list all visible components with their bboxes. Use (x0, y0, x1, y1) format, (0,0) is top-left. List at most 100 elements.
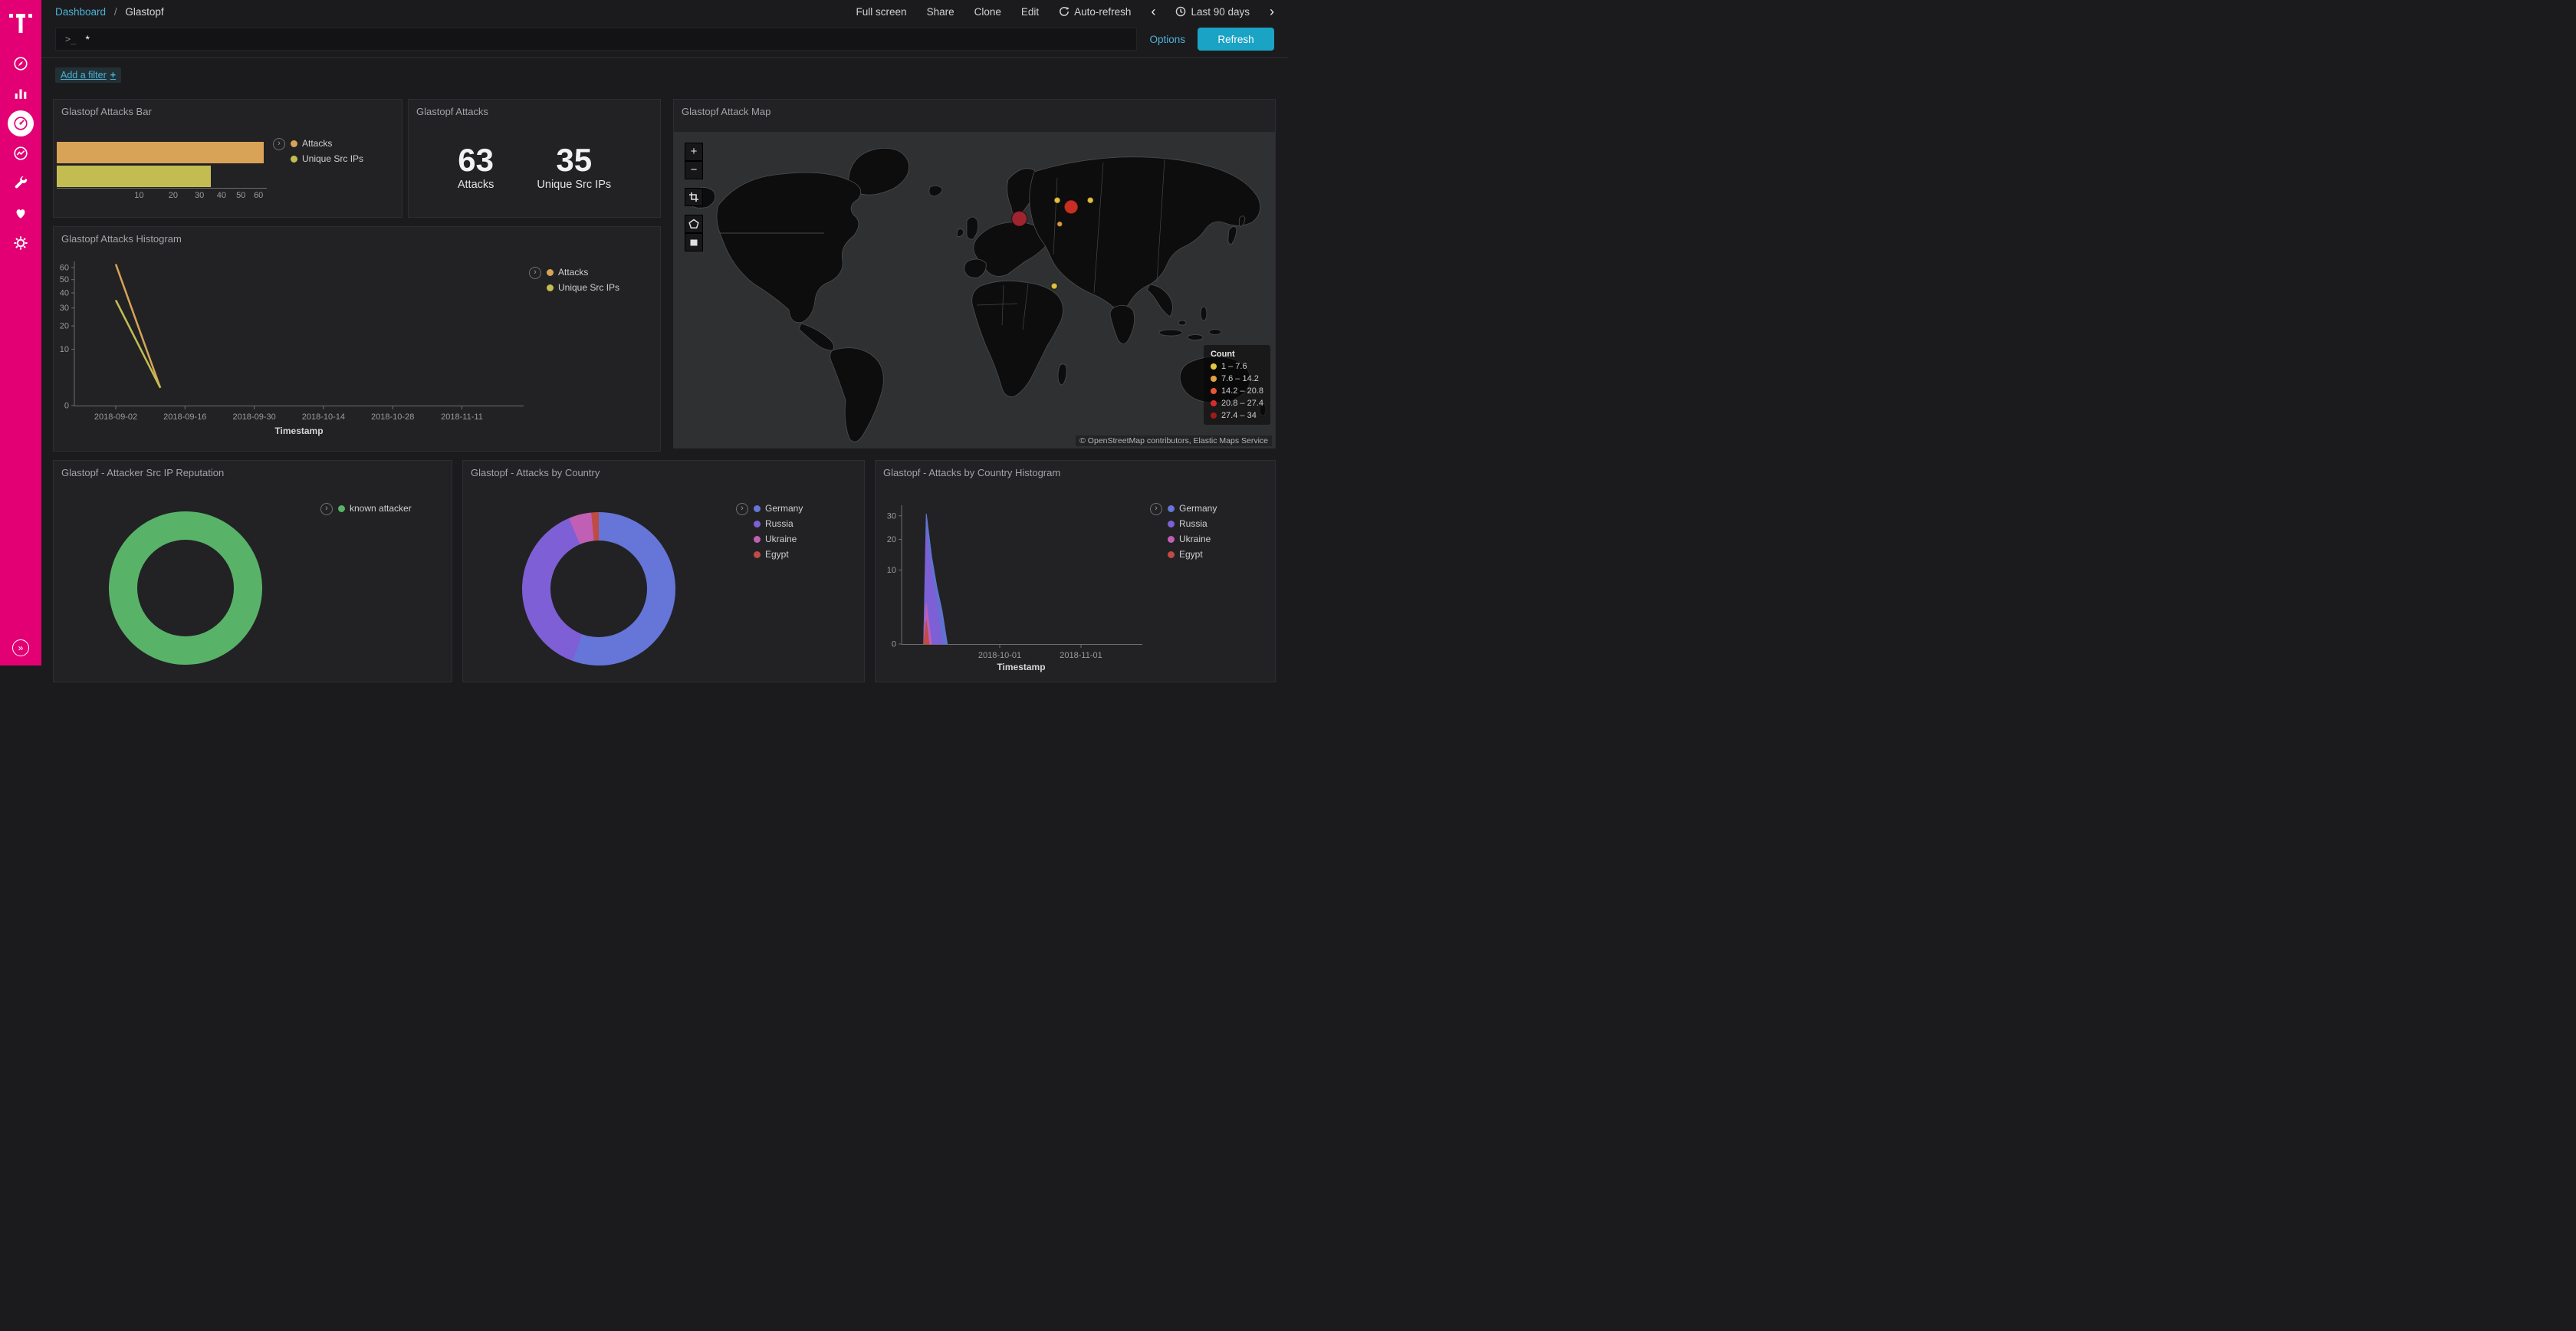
kibana-dashboard-app: » Dashboard / Glastopf Full screen Share… (0, 0, 1288, 666)
attack-location-dot[interactable] (1087, 197, 1093, 203)
legend-item[interactable]: Unique Src IPs (291, 153, 363, 164)
legend-item[interactable]: 20.8 – 27.4 (1211, 399, 1263, 408)
legend-dot-icon (1211, 388, 1217, 394)
legend-item[interactable]: 7.6 – 14.2 (1211, 374, 1263, 383)
legend-item[interactable]: Attacks (547, 267, 619, 278)
legend-toggle-icon[interactable]: › (320, 503, 333, 515)
attack-location-dot[interactable] (1054, 197, 1060, 203)
legend-item[interactable]: Ukraine (754, 534, 803, 544)
legend-dot-icon (1168, 536, 1175, 543)
legend-item[interactable]: 27.4 – 34 (1211, 411, 1263, 420)
attack-location-dot[interactable] (1057, 222, 1063, 227)
attack-location-dot[interactable] (1051, 283, 1057, 289)
legend-item[interactable]: Egypt (1168, 549, 1217, 560)
legend-dot-icon (1168, 505, 1175, 512)
metric-attacks: 63 Attacks (458, 142, 495, 191)
x-axis-title: Timestamp (997, 662, 1045, 672)
sidebar-item-monitoring[interactable] (8, 200, 34, 226)
x-tick-label: 2018-11-11 (441, 412, 483, 422)
draw-polygon-button[interactable] (685, 215, 703, 233)
zoom-in-button[interactable]: + (685, 143, 703, 161)
zoom-out-button[interactable]: − (685, 161, 703, 179)
x-tick-label: 2018-10-14 (302, 412, 345, 422)
sidebar-item-dashboard[interactable] (8, 110, 34, 136)
sidebar-item-management[interactable] (8, 230, 34, 256)
legend-item[interactable]: Egypt (754, 549, 803, 560)
sidebar-item-dev-tools[interactable] (8, 170, 34, 196)
legend-dot-icon (547, 269, 554, 276)
gear-icon (12, 235, 29, 251)
bar-unique-src-ips[interactable] (57, 166, 211, 187)
metric-value: 63 (458, 142, 495, 179)
legend-label: Attacks (558, 267, 588, 278)
donut-hole (550, 541, 647, 637)
y-tick-label: 0 (892, 640, 896, 649)
legend-dot-icon (754, 521, 761, 527)
country-donut-chart[interactable] (522, 512, 675, 666)
legend-item[interactable]: Russia (1168, 518, 1217, 529)
sidebar-item-visualize[interactable] (8, 81, 34, 107)
sidebar-item-timelion[interactable] (8, 140, 34, 166)
y-tick-label: 20 (887, 535, 896, 544)
wrench-icon (12, 175, 29, 192)
dashboard-grid: Glastopf Attacks Bar 102030405060 › Atta… (0, 0, 1288, 666)
legend-item[interactable]: known attacker (338, 503, 412, 514)
x-tick-label: 2018-09-16 (163, 412, 206, 422)
telekom-t-icon (9, 8, 32, 33)
legend-item[interactable]: 14.2 – 20.8 (1211, 386, 1263, 396)
telekom-logo[interactable] (9, 8, 32, 34)
y-tick-label: 40 (60, 289, 69, 298)
panel-attacks-by-country-histogram: Glastopf - Attacks by Country Histogram … (875, 460, 1276, 682)
chart-legend: › Germany Russia Ukraine Egypt (1150, 503, 1217, 560)
crop-icon (688, 192, 699, 202)
legend-label: Ukraine (765, 534, 797, 544)
bar-chart-icon (12, 85, 29, 102)
collapse-sidebar-button[interactable]: » (12, 639, 29, 656)
legend-dot-icon (1211, 363, 1217, 370)
metric-value: 35 (537, 142, 611, 179)
legend-item[interactable]: Russia (754, 518, 803, 529)
draw-rectangle-button[interactable] (685, 233, 703, 251)
sidebar-item-discover[interactable] (8, 51, 34, 77)
legend-label: Egypt (1179, 549, 1203, 560)
y-tick-label: 30 (60, 304, 69, 313)
panel-title: Glastopf - Attacker Src IP Reputation (54, 461, 452, 485)
panel-glastopf-attacks-metric: Glastopf Attacks 63 Attacks 35 Unique Sr… (408, 99, 661, 218)
legend-item[interactable]: Germany (754, 503, 803, 514)
legend-item[interactable]: Germany (1168, 503, 1217, 514)
legend-toggle-icon[interactable]: › (273, 138, 285, 150)
metric-unique-src-ips: 35 Unique Src IPs (537, 142, 611, 191)
legend-label: Russia (765, 518, 794, 529)
y-tick-label: 0 (64, 402, 69, 411)
polygon-icon (688, 219, 699, 229)
legend-toggle-icon[interactable]: › (736, 503, 748, 515)
fit-data-bounds-button[interactable] (685, 188, 703, 206)
world-map[interactable]: + − (674, 132, 1275, 448)
panel-title: Glastopf - Attacks by Country Histogram (876, 461, 1275, 485)
legend-label: 20.8 – 27.4 (1221, 399, 1263, 408)
axis-tick-label: 60 (248, 191, 268, 200)
legend-toggle-icon[interactable]: › (1150, 503, 1162, 515)
legend-toggle-icon[interactable]: › (529, 267, 541, 279)
attack-location-dot[interactable] (1064, 200, 1078, 214)
legend-dot-icon (1168, 521, 1175, 527)
legend-item[interactable]: Unique Src IPs (547, 282, 619, 293)
legend-label: Russia (1179, 518, 1208, 529)
legend-item[interactable]: Attacks (291, 138, 363, 149)
legend-label: Unique Src IPs (302, 153, 363, 164)
legend-item[interactable]: 1 – 7.6 (1211, 362, 1263, 371)
bar-attacks[interactable] (57, 142, 264, 163)
panel-title: Glastopf Attack Map (674, 100, 1275, 123)
attack-location-dot[interactable] (1012, 211, 1027, 226)
dashboard-gauge-icon (12, 115, 29, 132)
legend-label: Attacks (302, 138, 332, 149)
legend-item[interactable]: Ukraine (1168, 534, 1217, 544)
axis-tick-label: 40 (212, 191, 232, 200)
sidebar-nav (8, 51, 34, 256)
chart-legend: › known attacker (320, 503, 412, 515)
panel-title: Glastopf Attacks Histogram (54, 227, 660, 251)
legend-label: 7.6 – 14.2 (1221, 374, 1259, 383)
panel-attacks-by-country: Glastopf - Attacks by Country › GermanyR… (462, 460, 865, 682)
reputation-donut-chart[interactable] (109, 511, 262, 665)
line-series-unique-src-ips (116, 301, 160, 388)
